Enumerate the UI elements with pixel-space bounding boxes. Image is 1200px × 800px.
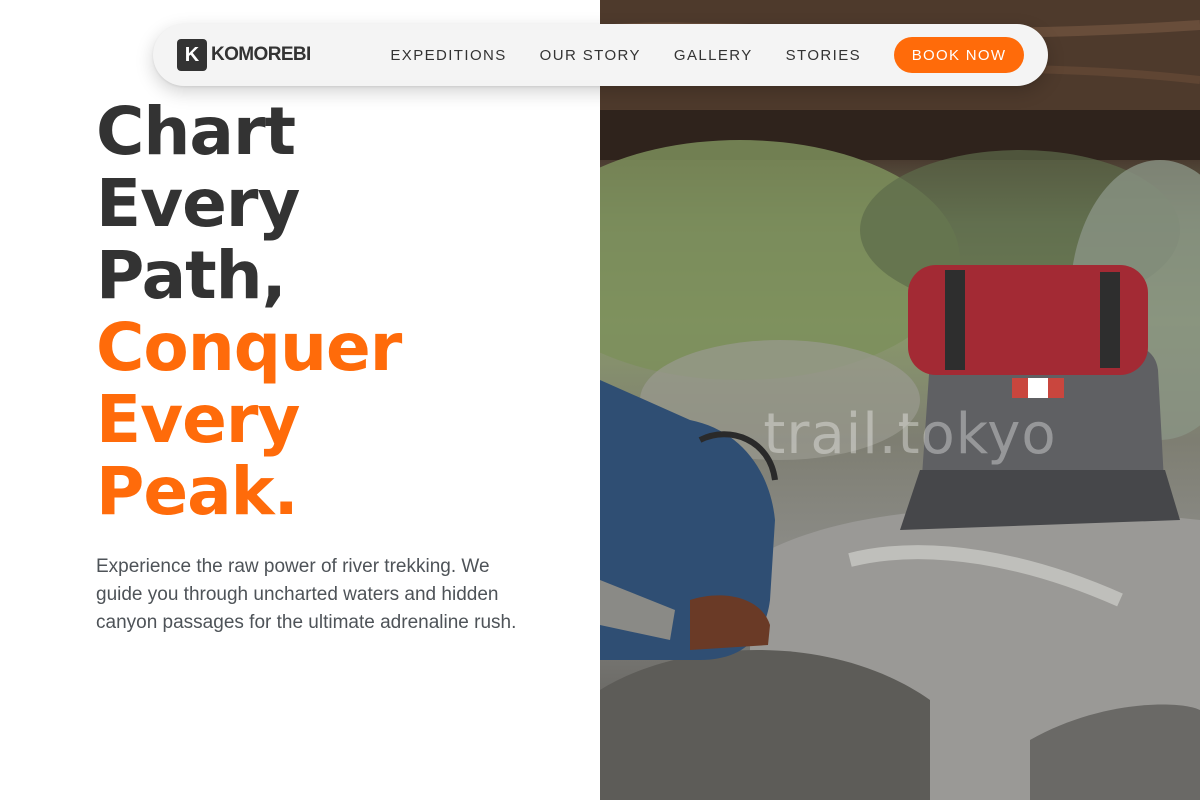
nav-links: EXPEDITIONS OUR STORY GALLERY STORIES (390, 47, 861, 64)
hero-description: Experience the raw power of river trekki… (96, 556, 517, 633)
nav-link-gallery[interactable]: GALLERY (674, 47, 753, 64)
hero-line: Path, (96, 237, 287, 314)
brand-logo[interactable]: K KOMOREBI (177, 39, 311, 71)
top-nav: K KOMOREBI EXPEDITIONS OUR STORY GALLERY… (153, 24, 1048, 86)
book-now-button[interactable]: BOOK NOW (894, 37, 1024, 73)
hero-photo: trail.tokyo (600, 0, 1200, 800)
nav-link-stories[interactable]: STORIES (786, 47, 861, 64)
hero-line-accent: Peak. (96, 453, 299, 530)
hero-line-accent: Conquer (96, 309, 402, 386)
brand-name: KOMOREBI (211, 44, 311, 65)
nav-link-our-story[interactable]: OUR STORY (540, 47, 641, 64)
hero-line: Every (96, 165, 300, 242)
hero-heading: Chart Every Path, Conquer Every Peak. (96, 96, 576, 528)
hiking-backpacks-illustration (600, 0, 1200, 800)
logo-mark-icon: K (177, 39, 207, 71)
hero-line-accent: Every (96, 381, 300, 458)
nav-link-expeditions[interactable]: EXPEDITIONS (390, 47, 506, 64)
watermark-text: trail.tokyo (763, 402, 1057, 467)
hero-line: Chart (96, 93, 296, 170)
